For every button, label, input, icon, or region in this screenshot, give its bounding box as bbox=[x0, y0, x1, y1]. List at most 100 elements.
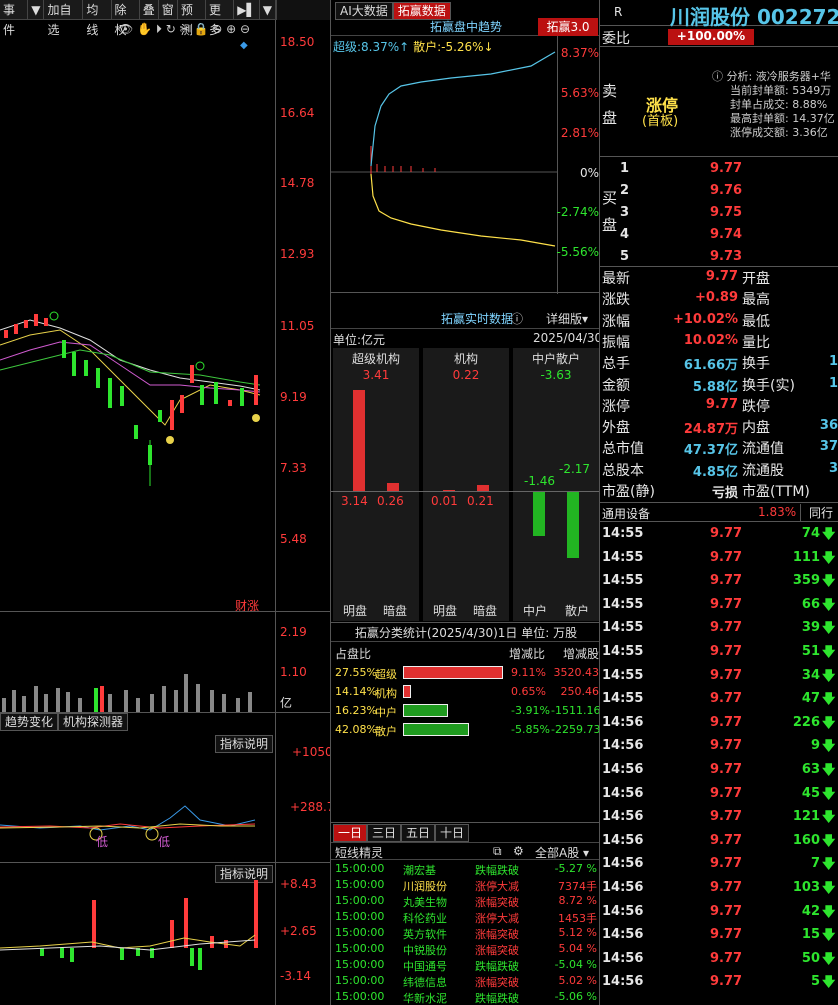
down-arrow-icon: 🡇 bbox=[822, 810, 836, 826]
spirit-row[interactable]: 15:00:00 丸美生物 涨幅突破 8.72 % bbox=[331, 893, 599, 909]
trade-volume: 121 bbox=[792, 809, 820, 825]
stats-pct: 27.55% bbox=[335, 666, 377, 679]
trade-time: 14:56 bbox=[602, 880, 644, 895]
toolbar-item[interactable]: ▶▌ bbox=[234, 0, 260, 20]
tab-3day[interactable]: 三日 bbox=[367, 824, 402, 842]
trade-time: 14:55 bbox=[602, 691, 644, 707]
eye-icon[interactable]: 👁 bbox=[118, 22, 133, 36]
stats-qty: -2259.73 bbox=[551, 723, 600, 736]
delete-icon[interactable]: ⊝ bbox=[212, 22, 222, 36]
spirit-row[interactable]: 15:00:00 中锐股份 涨幅突破 5.04 % bbox=[331, 941, 599, 957]
toolbar-item[interactable]: 均线 bbox=[83, 0, 112, 37]
stats-qty: -1511.16 bbox=[551, 704, 600, 717]
tab-1day[interactable]: 一日 bbox=[333, 824, 368, 842]
spirit-row[interactable]: 15:00:00 中国通号 跌幅跌破 -5.04 % bbox=[331, 957, 599, 973]
trade-volume: 63 bbox=[801, 762, 820, 777]
toolbar-item[interactable]: 事件 bbox=[0, 0, 29, 37]
info-icon[interactable]: ⓘ bbox=[712, 70, 723, 83]
trade-list: 14:55 9.77 74 🡇 14:55 9.77 111 🡇 14:55 9… bbox=[600, 523, 838, 1005]
trade-volume: 39 bbox=[801, 620, 820, 636]
trade-volume: 34 bbox=[801, 667, 820, 683]
spirit-row[interactable]: 15:00:00 纬德信息 涨幅突破 5.02 % bbox=[331, 973, 599, 989]
trade-time: 14:55 bbox=[602, 573, 644, 589]
trade-time: 14:56 bbox=[602, 974, 644, 990]
toolbar-item[interactable]: 除权 bbox=[112, 0, 140, 37]
quote-label: 最低 bbox=[742, 313, 770, 330]
version-badge[interactable]: 拓赢3.0 bbox=[538, 18, 598, 36]
chart-toolbar: 事件 ▼ 加自选 均线 除权叠窗预测 更多 ▶▌ ▼ bbox=[0, 0, 276, 37]
gear-icon[interactable]: ⚙ bbox=[513, 844, 524, 858]
quote-row: 涨跌 +0.89 最高 bbox=[600, 288, 838, 309]
val: -2.17 bbox=[559, 462, 591, 476]
quote-label: 流通值 bbox=[742, 441, 784, 458]
toolbar-item[interactable]: 加自选 bbox=[44, 0, 84, 37]
bid-level: 1 bbox=[620, 161, 630, 176]
toolbar-item[interactable]: 预测 bbox=[178, 0, 207, 37]
sector-row: 通用设备 1.83% 同行 bbox=[600, 502, 838, 522]
tab-10day[interactable]: 十日 bbox=[435, 824, 470, 842]
low-mark: 低 bbox=[96, 835, 109, 849]
low-mark: 低 bbox=[158, 835, 171, 849]
vol-tick: 2.19 bbox=[280, 625, 307, 639]
spirit-stock: 中国通号 bbox=[403, 960, 447, 973]
analysis-box: ⓘ 分析: 液冷服务器+华 当前封单额: 5349万 封单占成交: 8.88% … bbox=[712, 70, 838, 140]
toolbar-item[interactable]: 叠 bbox=[140, 0, 159, 20]
zoom-in-icon[interactable]: ⊕ bbox=[226, 22, 236, 36]
spirit-row[interactable]: 15:00:00 潮宏基 跌幅跌破 -5.27 % bbox=[331, 861, 599, 877]
spirit-row[interactable]: 15:00:00 英方软件 涨幅突破 5.12 % bbox=[331, 925, 599, 941]
quote-value: 47.37亿 bbox=[683, 443, 738, 459]
bid-price: 9.74 bbox=[710, 227, 743, 242]
spirit-stock: 科伦药业 bbox=[403, 912, 447, 925]
tab-trend-change[interactable]: 趋势变化 bbox=[0, 713, 59, 731]
down-arrow-icon: 🡇 bbox=[822, 715, 836, 731]
trade-price: 9.77 bbox=[710, 526, 743, 541]
bid-row: 1 9.77 bbox=[600, 158, 838, 180]
quote-label: 涨停 bbox=[602, 398, 630, 415]
refresh-icon[interactable]: ↻ bbox=[166, 22, 176, 36]
stats-bar bbox=[403, 666, 503, 679]
stats-title: 拓赢分类统计(2025/4/30)1日 单位: 万股 bbox=[354, 626, 578, 640]
tab-institution-detector[interactable]: 机构探测器 bbox=[58, 713, 129, 731]
info-icon[interactable]: ⓘ bbox=[511, 310, 523, 327]
peer-tab[interactable]: 同行 bbox=[800, 504, 833, 521]
indicator-help-button[interactable]: 指标说明 bbox=[215, 735, 274, 753]
trade-price: 9.77 bbox=[710, 856, 743, 872]
spirit-stock: 丸美生物 bbox=[403, 896, 447, 909]
toolbar-item[interactable]: 更多 bbox=[206, 0, 235, 37]
sector-name[interactable]: 通用设备 bbox=[602, 505, 650, 522]
r-badge: R bbox=[614, 5, 623, 19]
toolbar-item[interactable]: ▼ bbox=[260, 0, 276, 20]
spirit-row[interactable]: 15:00:00 川润股份 涨停大减 7374手 bbox=[331, 877, 599, 893]
lock-icon[interactable]: 🔒 bbox=[193, 22, 208, 36]
hand-icon[interactable]: ✋ bbox=[137, 22, 152, 36]
expand-icon[interactable]: ⧉ bbox=[493, 844, 502, 859]
analysis-line: 最高封单额: 14.37亿 bbox=[730, 112, 835, 125]
trade-row: 14:55 9.77 34 🡇 bbox=[600, 665, 838, 689]
trade-volume: 5 bbox=[810, 974, 820, 990]
toolbar-item[interactable]: ▼ bbox=[28, 0, 45, 20]
x-label: 明盘 bbox=[433, 604, 458, 618]
detail-select[interactable]: 详细版▾ bbox=[546, 310, 588, 327]
trade-price: 9.77 bbox=[710, 549, 743, 565]
spirit-time: 15:00:00 bbox=[335, 862, 385, 875]
down-arrow-icon: 🡇 bbox=[822, 833, 836, 849]
x-label: 散户 bbox=[565, 604, 590, 618]
play-icon[interactable]: ⏵ bbox=[156, 22, 162, 36]
spirit-value: 5.04 % bbox=[558, 942, 597, 955]
stock-header: R 川润股份 002272 bbox=[600, 0, 838, 29]
zoom-out-icon[interactable]: ⊖ bbox=[240, 22, 250, 36]
market-select[interactable]: 全部A股 ▾ bbox=[535, 844, 589, 861]
bid-row: 3 9.75 bbox=[600, 202, 838, 224]
scissors-icon[interactable]: ✂ bbox=[180, 22, 190, 36]
quote-row: 涨幅 +10.02% 最低 bbox=[600, 310, 838, 331]
quote-label: 最新 bbox=[602, 271, 630, 287]
bid-level: 2 bbox=[620, 183, 630, 198]
ind-tick: -3.14 bbox=[280, 969, 312, 983]
tab-5day[interactable]: 五日 bbox=[401, 824, 436, 842]
bid-row: 2 9.76 bbox=[600, 180, 838, 202]
trade-row: 14:56 9.77 63 🡇 bbox=[600, 759, 838, 783]
spirit-row[interactable]: 15:00:00 华新水泥 跌幅跌破 -5.06 % bbox=[331, 989, 599, 1005]
spirit-row[interactable]: 15:00:00 科伦药业 涨停大减 1453手 bbox=[331, 909, 599, 925]
toolbar-item[interactable]: 窗 bbox=[159, 0, 178, 20]
bar-mid bbox=[533, 492, 545, 536]
